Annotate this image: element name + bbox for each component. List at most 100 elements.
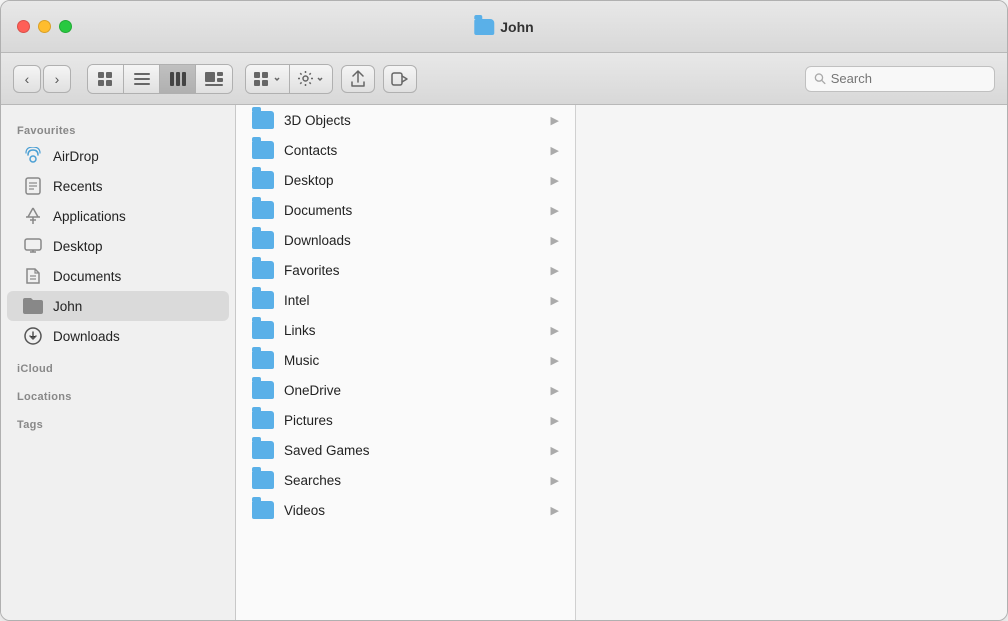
sidebar-item-desktop[interactable]: Desktop — [7, 231, 229, 261]
file-name: Intel — [284, 293, 541, 308]
file-folder-icon — [252, 501, 274, 519]
file-folder-icon — [252, 171, 274, 189]
file-item[interactable]: Contacts ▶ — [236, 135, 575, 165]
list-view-icon — [134, 72, 150, 86]
search-input[interactable] — [831, 71, 986, 86]
expand-arrow-icon: ▶ — [551, 204, 559, 217]
sidebar-item-documents[interactable]: Documents — [7, 261, 229, 291]
gallery-view-icon — [205, 72, 223, 86]
file-folder-icon — [252, 381, 274, 399]
tag-icon — [391, 72, 409, 86]
content-area: Favourites AirDrop — [1, 105, 1007, 620]
forward-icon: › — [55, 71, 60, 87]
title-folder-icon — [474, 19, 494, 35]
titlebar: John — [1, 1, 1007, 53]
column-view-icon — [170, 72, 186, 86]
expand-arrow-icon: ▶ — [551, 504, 559, 517]
columns-container: 3D Objects ▶ Contacts ▶ Desktop ▶ Docume… — [236, 105, 1007, 620]
file-item[interactable]: Saved Games ▶ — [236, 435, 575, 465]
file-folder-icon — [252, 411, 274, 429]
file-item[interactable]: OneDrive ▶ — [236, 375, 575, 405]
file-item[interactable]: Pictures ▶ — [236, 405, 575, 435]
expand-arrow-icon: ▶ — [551, 234, 559, 247]
file-list: 3D Objects ▶ Contacts ▶ Desktop ▶ Docume… — [236, 105, 575, 525]
traffic-lights — [17, 20, 72, 33]
icon-view-icon — [98, 72, 114, 86]
sidebar-item-label: Downloads — [53, 329, 120, 344]
file-name: Desktop — [284, 173, 541, 188]
file-folder-icon — [252, 471, 274, 489]
window-title-area: John — [474, 19, 533, 35]
file-name: Documents — [284, 203, 541, 218]
documents-icon — [23, 266, 43, 286]
back-button[interactable]: ‹ — [13, 65, 41, 93]
list-view-button[interactable] — [124, 65, 160, 93]
file-name: 3D Objects — [284, 113, 541, 128]
expand-arrow-icon: ▶ — [551, 264, 559, 277]
expand-arrow-icon: ▶ — [551, 444, 559, 457]
sidebar-item-applications[interactable]: Applications — [7, 201, 229, 231]
file-item[interactable]: Links ▶ — [236, 315, 575, 345]
locations-header: Locations — [1, 379, 235, 407]
file-item[interactable]: Videos ▶ — [236, 495, 575, 525]
share-icon — [350, 70, 366, 88]
file-folder-icon — [252, 111, 274, 129]
expand-arrow-icon: ▶ — [551, 414, 559, 427]
window-title: John — [500, 19, 533, 35]
search-box[interactable] — [805, 66, 995, 92]
file-name: Links — [284, 323, 541, 338]
search-icon — [814, 72, 826, 85]
sidebar-item-john[interactable]: John — [7, 291, 229, 321]
airdrop-icon — [23, 146, 43, 166]
file-item[interactable]: Searches ▶ — [236, 465, 575, 495]
group-action-buttons — [245, 64, 333, 94]
close-button[interactable] — [17, 20, 30, 33]
file-item[interactable]: Favorites ▶ — [236, 255, 575, 285]
file-item[interactable]: 3D Objects ▶ — [236, 105, 575, 135]
sidebar-item-recents[interactable]: Recents — [7, 171, 229, 201]
back-icon: ‹ — [25, 71, 30, 87]
expand-arrow-icon: ▶ — [551, 474, 559, 487]
file-folder-icon — [252, 351, 274, 369]
tags-header: Tags — [1, 407, 235, 435]
file-folder-icon — [252, 291, 274, 309]
file-folder-icon — [252, 141, 274, 159]
sidebar-item-label: Desktop — [53, 239, 103, 254]
file-folder-icon — [252, 321, 274, 339]
action-button[interactable] — [290, 65, 332, 93]
gallery-view-button[interactable] — [196, 65, 232, 93]
icloud-header: iCloud — [1, 351, 235, 379]
file-name: Favorites — [284, 263, 541, 278]
desktop-icon — [23, 236, 43, 256]
share-button[interactable] — [341, 65, 375, 93]
file-item[interactable]: Downloads ▶ — [236, 225, 575, 255]
tag-button[interactable] — [383, 65, 417, 93]
maximize-button[interactable] — [59, 20, 72, 33]
sidebar-item-airdrop[interactable]: AirDrop — [7, 141, 229, 171]
favourites-header: Favourites — [1, 113, 235, 141]
icon-view-button[interactable] — [88, 65, 124, 93]
sidebar-item-label: John — [53, 299, 82, 314]
file-item[interactable]: Desktop ▶ — [236, 165, 575, 195]
minimize-button[interactable] — [38, 20, 51, 33]
group-button[interactable] — [246, 65, 290, 93]
sidebar-item-downloads[interactable]: Downloads — [7, 321, 229, 351]
action-chevron-icon — [316, 75, 324, 83]
file-item[interactable]: Documents ▶ — [236, 195, 575, 225]
file-item[interactable]: Intel ▶ — [236, 285, 575, 315]
group-icon — [254, 72, 270, 86]
recents-icon — [23, 176, 43, 196]
sidebar-item-label: AirDrop — [53, 149, 99, 164]
file-item[interactable]: Music ▶ — [236, 345, 575, 375]
file-folder-icon — [252, 441, 274, 459]
file-folder-icon — [252, 231, 274, 249]
finder-window: John ‹ › — [0, 0, 1008, 621]
column-view-button[interactable] — [160, 65, 196, 93]
nav-buttons: ‹ › — [13, 65, 71, 93]
forward-button[interactable]: › — [43, 65, 71, 93]
file-folder-icon — [252, 261, 274, 279]
file-name: Music — [284, 353, 541, 368]
column-pane-john: 3D Objects ▶ Contacts ▶ Desktop ▶ Docume… — [236, 105, 576, 620]
expand-arrow-icon: ▶ — [551, 144, 559, 157]
file-name: Downloads — [284, 233, 541, 248]
